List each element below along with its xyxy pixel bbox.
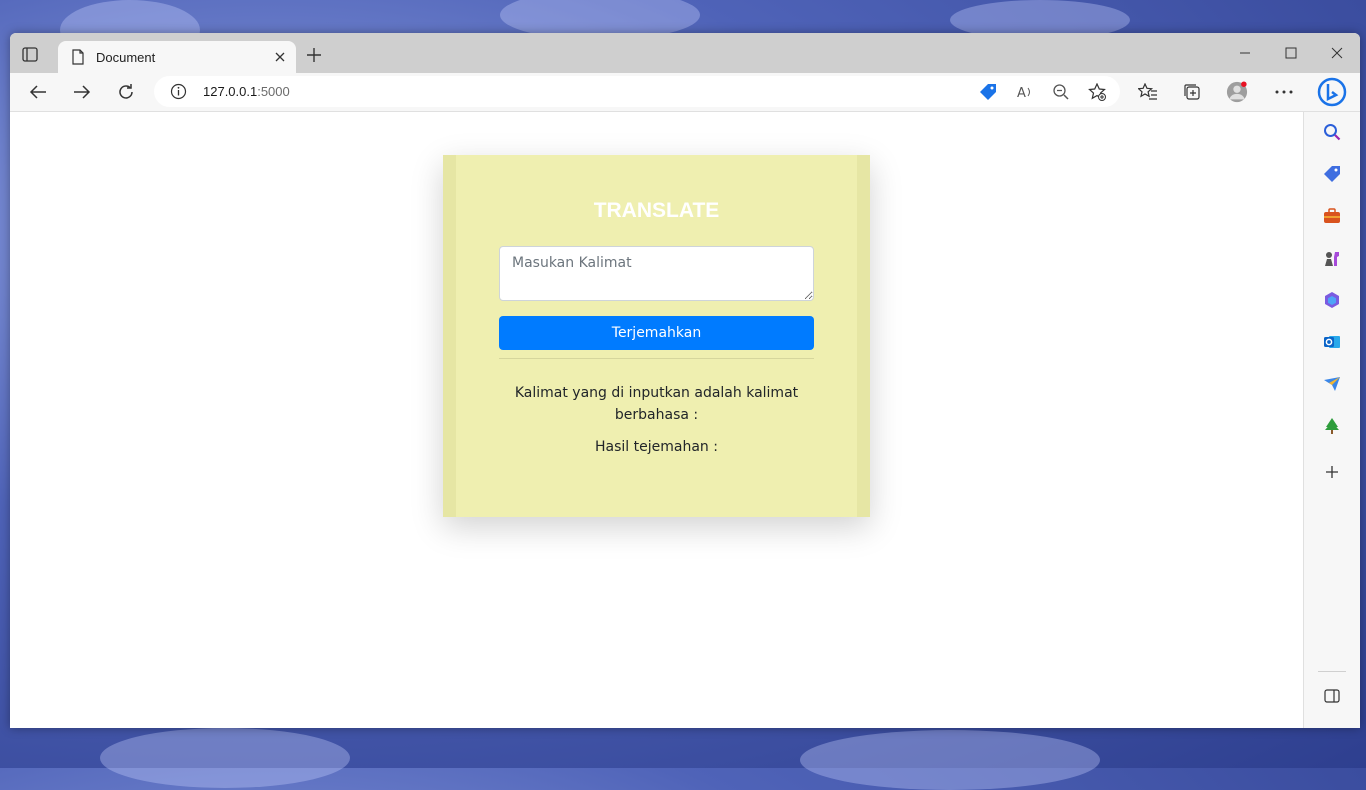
page-viewport: TRANSLATE Terjemahkan Kalimat yang di in… [10, 112, 1303, 728]
page-title: TRANSLATE [593, 199, 720, 222]
profile-avatar-icon[interactable] [1226, 81, 1248, 103]
split-screen-icon[interactable] [1322, 686, 1342, 706]
search-icon[interactable] [1322, 122, 1342, 142]
address-bar[interactable]: 127.0.0.1:5000 A [154, 76, 1120, 107]
tools-icon[interactable] [1322, 206, 1342, 226]
document-icon [70, 49, 86, 65]
minimize-icon[interactable] [1235, 45, 1255, 61]
site-info-icon[interactable] [170, 83, 187, 100]
more-options-icon[interactable] [1273, 81, 1295, 103]
maximize-icon[interactable] [1281, 45, 1301, 61]
translation-result-text: Hasil tejemahan : [595, 439, 718, 455]
zoom-out-icon[interactable] [1052, 83, 1070, 101]
sentence-input[interactable] [499, 246, 814, 301]
shopping-tag-icon[interactable] [979, 83, 997, 101]
tab-document[interactable]: Document [58, 41, 296, 73]
collections-icon[interactable] [1181, 81, 1203, 103]
send-icon[interactable] [1322, 374, 1342, 394]
browser-window: Document 127.0.0.1:5000 A TRANSLATE Masu… [10, 33, 1360, 728]
forward-arrow-icon[interactable] [71, 81, 93, 103]
outlook-icon[interactable] [1322, 332, 1342, 352]
url-host: 127.0.0.1 [203, 84, 258, 99]
add-icon[interactable] [1322, 462, 1342, 482]
close-tab-icon[interactable] [272, 49, 288, 65]
svg-text:A: A [1017, 86, 1026, 101]
translate-button[interactable]: Terjemahkan [499, 316, 814, 350]
tab-actions-icon[interactable] [22, 47, 40, 63]
add-favorite-icon[interactable] [1088, 83, 1106, 101]
close-window-icon[interactable] [1327, 45, 1347, 61]
tree-icon[interactable] [1322, 416, 1342, 436]
office-icon[interactable] [1322, 290, 1342, 310]
refresh-icon[interactable] [115, 81, 137, 103]
read-aloud-icon[interactable]: A [1016, 83, 1034, 101]
translate-card: TRANSLATE Terjemahkan Kalimat yang di in… [443, 155, 870, 517]
title-bar: Document [10, 33, 1360, 73]
new-tab-icon[interactable] [306, 47, 322, 63]
shopping-tag-icon[interactable] [1322, 164, 1342, 184]
back-arrow-icon[interactable] [27, 81, 49, 103]
url-port: :5000 [257, 84, 290, 99]
favorites-icon[interactable] [1137, 81, 1159, 103]
bing-chat-icon[interactable] [1315, 73, 1349, 111]
detected-language-text: Kalimat yang di inputkan adalah kalimat … [514, 385, 799, 423]
games-icon[interactable] [1322, 248, 1342, 268]
divider [499, 358, 814, 359]
toolbar: 127.0.0.1:5000 A [10, 73, 1360, 112]
sidebar-divider [1318, 671, 1346, 672]
tab-title: Document [96, 49, 156, 65]
edge-sidebar [1303, 112, 1360, 728]
url-text: 127.0.0.1:5000 [203, 84, 290, 99]
